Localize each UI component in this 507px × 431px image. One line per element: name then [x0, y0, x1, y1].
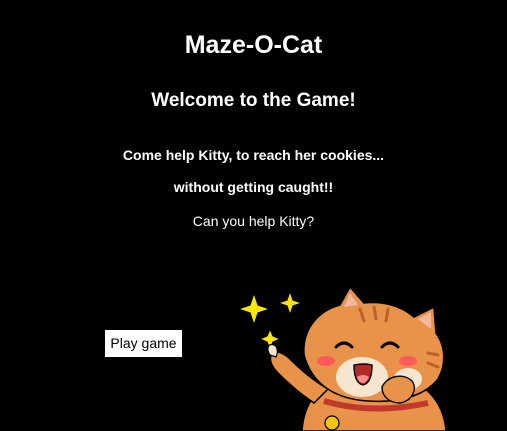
cheering-cat-icon	[237, 285, 447, 431]
intro-line-2: without getting caught!!	[173, 179, 334, 195]
game-title: Maze-O-Cat	[184, 31, 323, 59]
play-game-button[interactable]: Play game	[105, 330, 182, 357]
intro-line-1: Come help Kitty, to reach her cookies...	[122, 147, 385, 163]
sparkle-icon	[237, 290, 303, 350]
welcome-heading: Welcome to the Game!	[151, 90, 356, 111]
intro-question: Can you help Kitty?	[192, 213, 315, 229]
